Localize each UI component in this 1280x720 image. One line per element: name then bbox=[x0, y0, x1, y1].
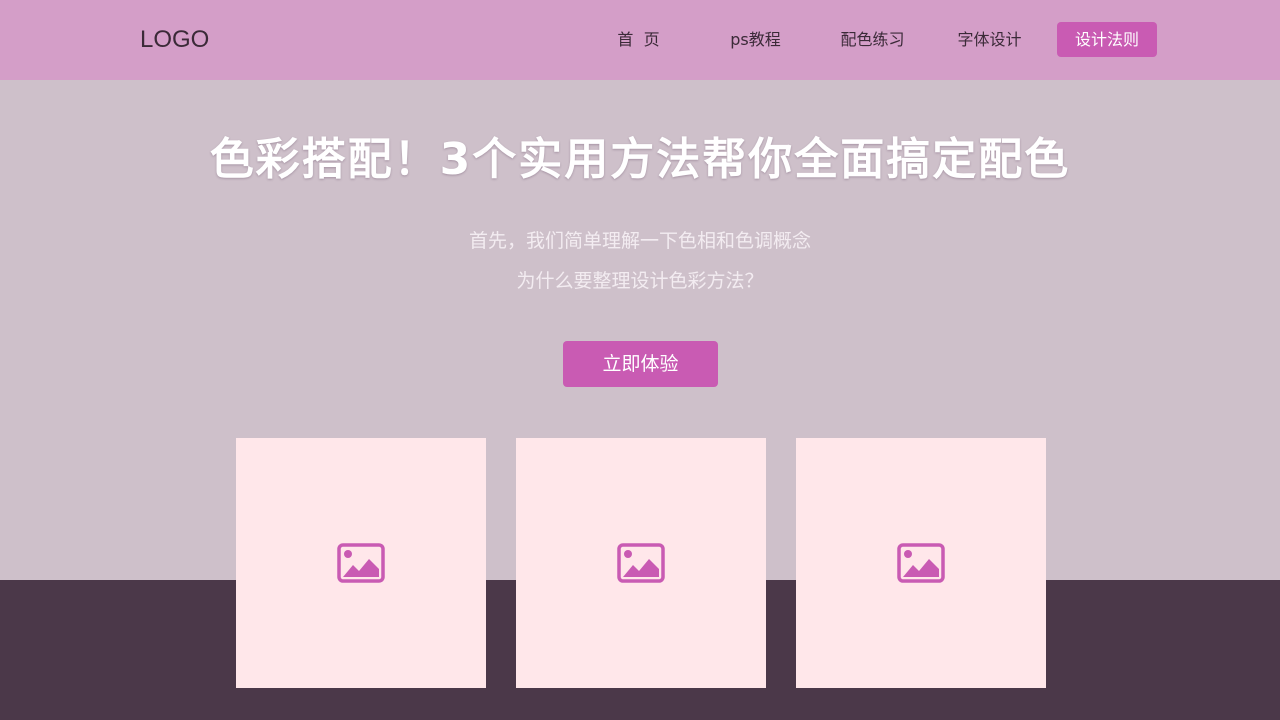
image-placeholder-icon bbox=[897, 543, 945, 583]
image-placeholder-icon bbox=[617, 543, 665, 583]
page: LOGO 首 页 ps教程 配色练习 字体设计 设计法则 色彩搭配！3个实用方法… bbox=[0, 0, 1280, 720]
image-card-2[interactable] bbox=[516, 438, 766, 688]
nav-item-color-practice[interactable]: 配色练习 bbox=[814, 22, 931, 57]
hero-subtitle-line-1: 首先，我们简单理解一下色相和色调概念 bbox=[468, 230, 811, 252]
image-placeholder-icon bbox=[337, 543, 385, 583]
try-now-button[interactable]: 立即体验 bbox=[563, 341, 718, 387]
hero-title: 色彩搭配！3个实用方法帮你全面搞定配色 bbox=[209, 134, 1071, 185]
nav-item-design-rules[interactable]: 设计法则 bbox=[1057, 22, 1157, 57]
header: LOGO 首 页 ps教程 配色练习 字体设计 设计法则 bbox=[0, 0, 1280, 80]
image-card-1[interactable] bbox=[236, 438, 486, 688]
main-nav: 首 页 ps教程 配色练习 字体设计 设计法则 bbox=[580, 22, 1157, 57]
nav-item-ps-tutorial[interactable]: ps教程 bbox=[697, 22, 814, 57]
hero-subtitle-line-2: 为什么要整理设计色彩方法？ bbox=[516, 270, 764, 292]
nav-item-font-design[interactable]: 字体设计 bbox=[931, 22, 1048, 57]
image-card-3[interactable] bbox=[796, 438, 1046, 688]
nav-item-home[interactable]: 首 页 bbox=[580, 22, 697, 57]
logo[interactable]: LOGO bbox=[140, 24, 209, 56]
